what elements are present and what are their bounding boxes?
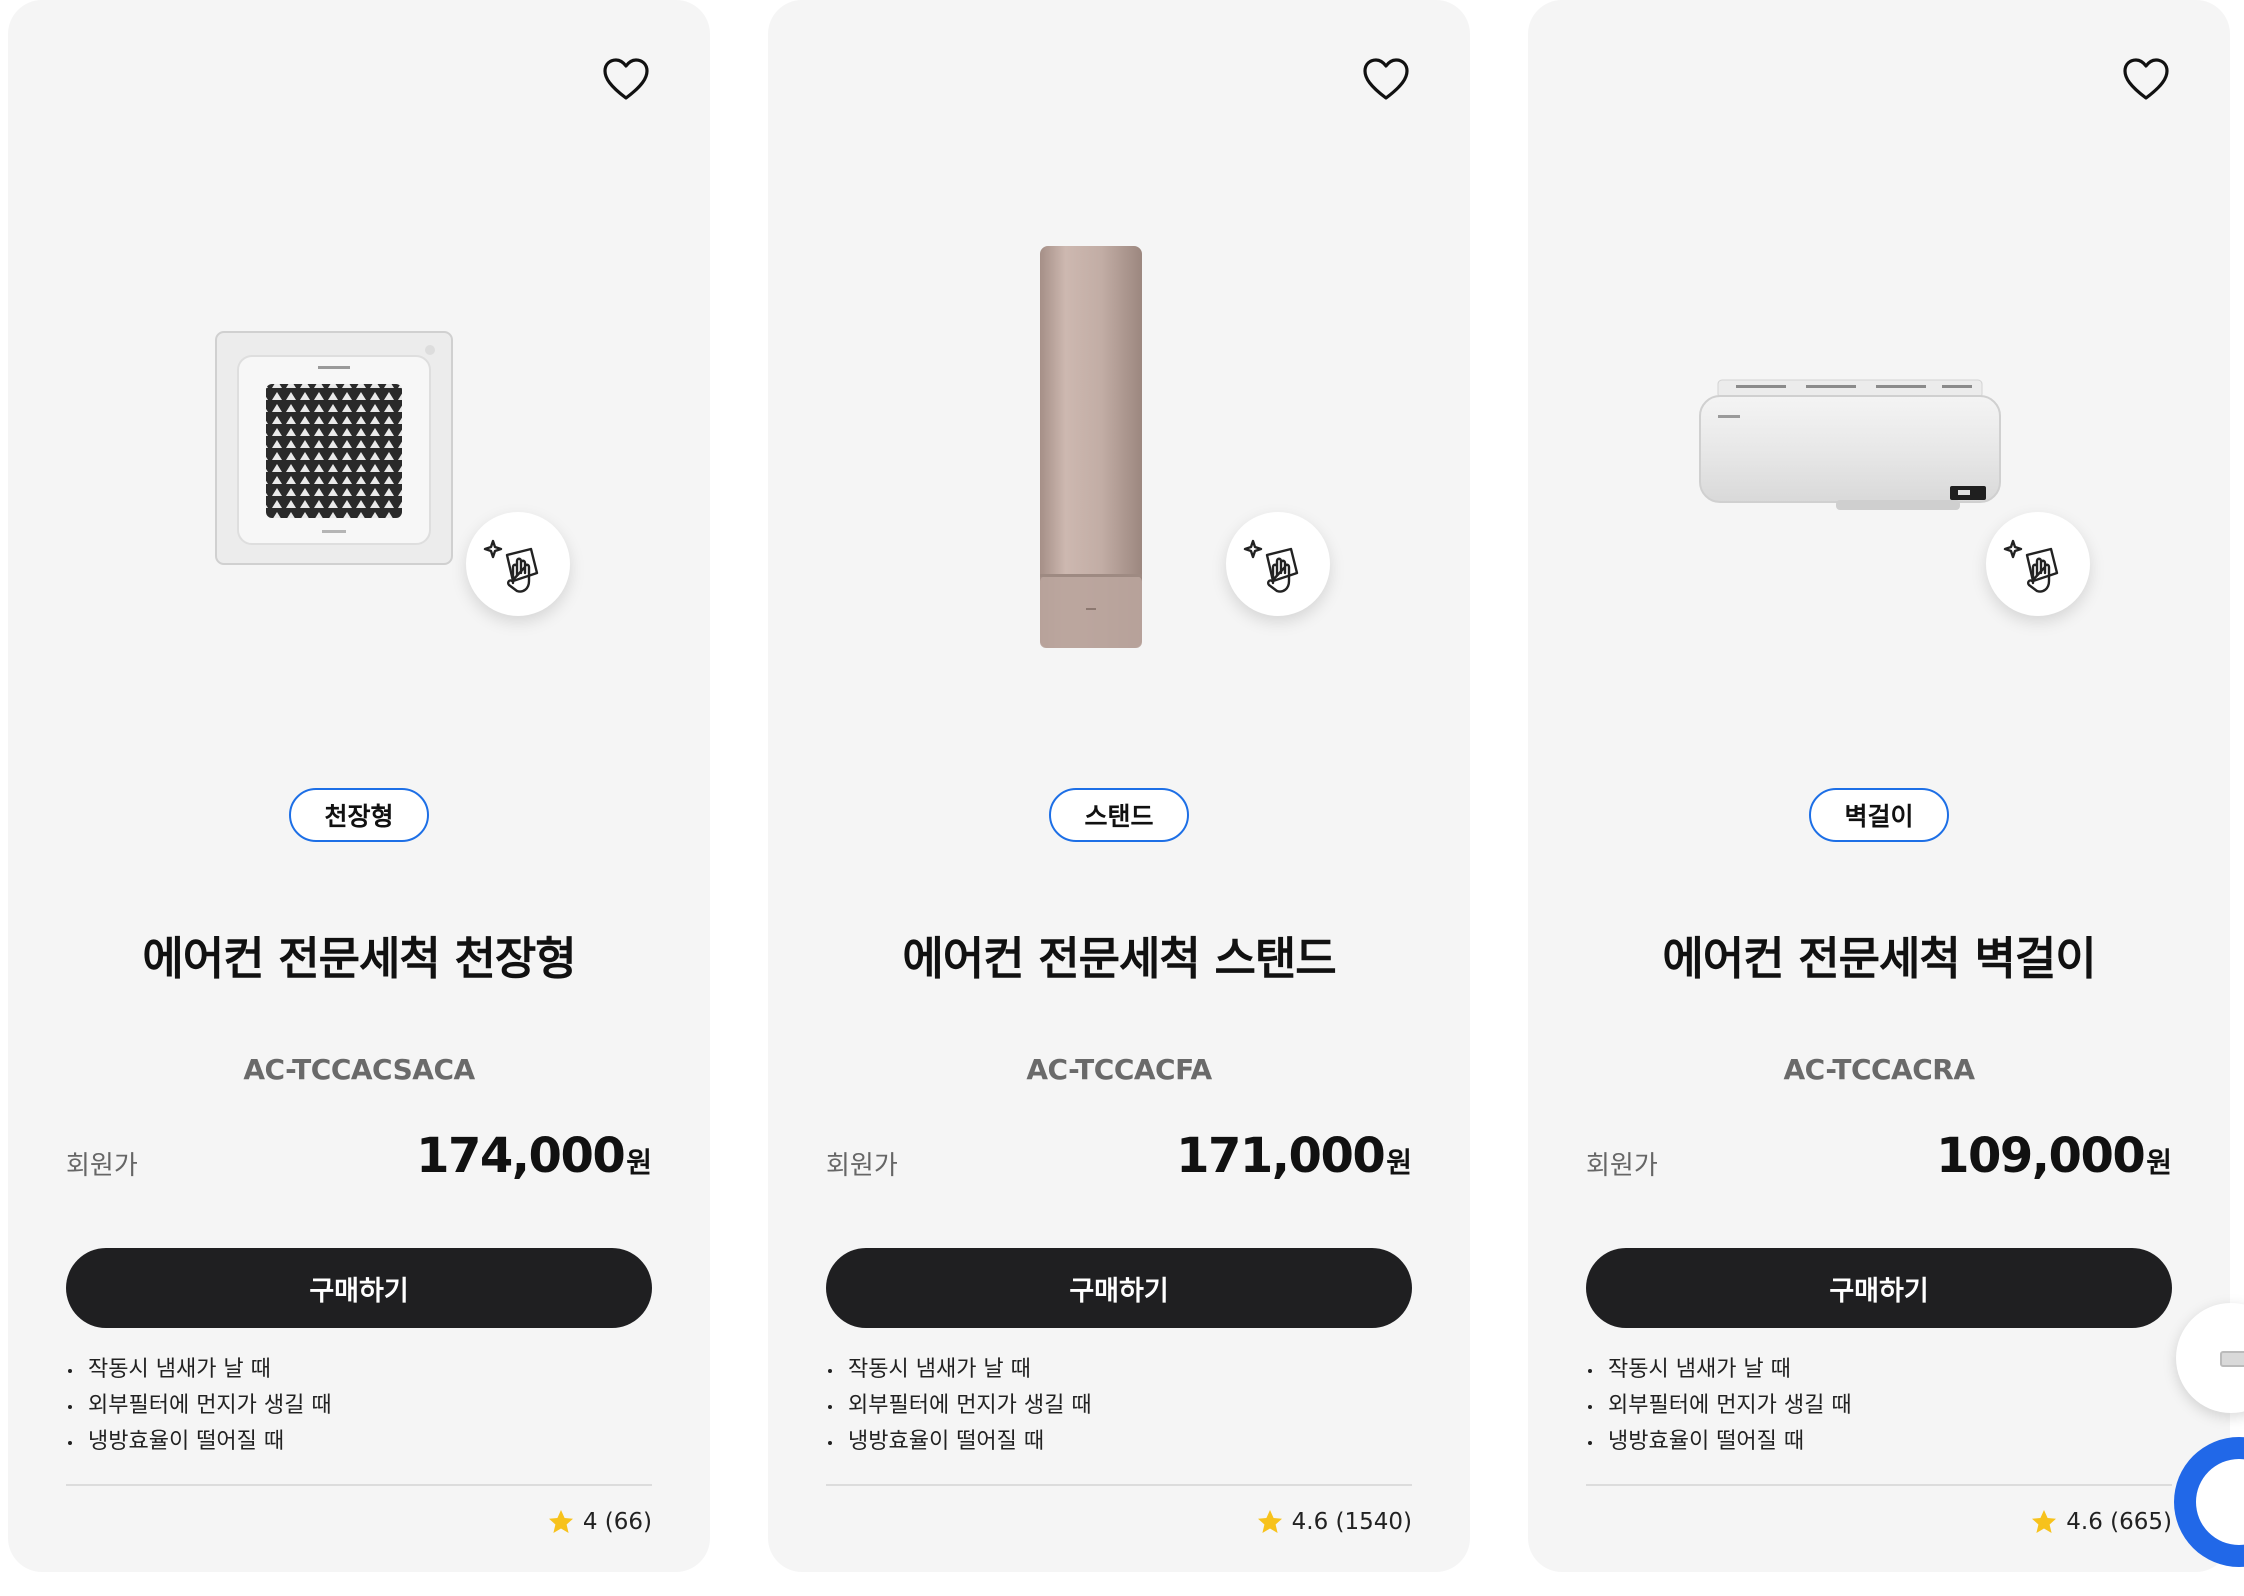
price-label: 회원가: [66, 1151, 138, 1181]
price-amount: 171,000: [1176, 1128, 1386, 1184]
feature-item: 작동시 냄새가 날 때: [66, 1352, 332, 1388]
feature-item: 작동시 냄새가 날 때: [826, 1352, 1092, 1388]
product-title[interactable]: 에어컨 전문세척 천장형: [8, 922, 710, 987]
rating[interactable]: 4.6 (1540): [1256, 1508, 1412, 1536]
divider: [1586, 1484, 2172, 1486]
cleaning-hand-icon: [1986, 512, 2090, 616]
rating-text: 4 (66): [582, 1509, 652, 1535]
price-label: 회원가: [1586, 1151, 1658, 1181]
price: 174,000 원: [416, 1128, 652, 1184]
wishlist-heart-icon[interactable]: [2120, 54, 2172, 106]
feature-item: 냉방효율이 떨어질 때: [66, 1424, 332, 1460]
feature-item: 작동시 냄새가 날 때: [1586, 1352, 1852, 1388]
category-tag: 스탠드: [1049, 788, 1189, 842]
price-amount: 109,000: [1936, 1128, 2146, 1184]
product-title[interactable]: 에어컨 전문세척 스탠드: [768, 922, 1470, 987]
product-title[interactable]: 에어컨 전문세척 벽걸이: [1528, 922, 2230, 987]
product-card: 벽걸이 에어컨 전문세척 벽걸이 AC-TCCACRA 회원가 109,000 …: [1528, 0, 2230, 1572]
price-currency: 원: [1386, 1146, 1412, 1179]
cleaning-hand-icon: [466, 512, 570, 616]
buy-button[interactable]: 구매하기: [826, 1248, 1412, 1328]
model-number: AC-TCCACFA: [1026, 1053, 1212, 1086]
star-icon: [548, 1510, 573, 1533]
recent-product-thumb: [2220, 1351, 2244, 1367]
chat-bot-face-icon: [2196, 1459, 2244, 1545]
rating[interactable]: 4 (66): [547, 1508, 652, 1536]
feature-list: 작동시 냄새가 날 때 외부필터에 먼지가 생길 때 냉방효율이 떨어질 때: [66, 1352, 332, 1460]
feature-list: 작동시 냄새가 날 때 외부필터에 먼지가 생길 때 냉방효율이 떨어질 때: [1586, 1352, 1852, 1460]
rating-text: 4.6 (1540): [1291, 1509, 1412, 1535]
category-tag: 천장형: [289, 788, 429, 842]
category-tag: 벽걸이: [1809, 788, 1949, 842]
price: 171,000 원: [1176, 1128, 1412, 1184]
model-number: AC-TCCACSACA: [243, 1053, 475, 1086]
feature-list: 작동시 냄새가 날 때 외부필터에 먼지가 생길 때 냉방효율이 떨어질 때: [826, 1352, 1092, 1460]
price: 109,000 원: [1936, 1128, 2172, 1184]
star-icon: [2032, 1510, 2057, 1533]
buy-button[interactable]: 구매하기: [66, 1248, 652, 1328]
cleaning-hand-icon: [1226, 512, 1330, 616]
stand-ac-image: [1038, 244, 1144, 650]
wishlist-heart-icon[interactable]: [1360, 54, 1412, 106]
divider: [66, 1484, 652, 1486]
star-icon: [1257, 1510, 1282, 1533]
feature-item: 냉방효율이 떨어질 때: [1586, 1424, 1852, 1460]
feature-item: 외부필터에 먼지가 생길 때: [66, 1388, 332, 1424]
product-card: 천장형 에어컨 전문세척 천장형 AC-TCCACSACA 회원가 174,00…: [8, 0, 710, 1572]
wishlist-heart-icon[interactable]: [600, 54, 652, 106]
feature-item: 외부필터에 먼지가 생길 때: [826, 1388, 1092, 1424]
rating[interactable]: 4.6 (665): [2030, 1508, 2172, 1536]
feature-item: 냉방효율이 떨어질 때: [826, 1424, 1092, 1460]
price-label: 회원가: [826, 1151, 898, 1181]
price-currency: 원: [626, 1146, 652, 1179]
wall-mounted-ac-image: [1696, 376, 2004, 514]
divider: [826, 1484, 1412, 1486]
model-number: AC-TCCACRA: [1783, 1053, 1975, 1086]
product-card: 스탠드 에어컨 전문세척 스탠드 AC-TCCACFA 회원가 171,000 …: [768, 0, 1470, 1572]
price-amount: 174,000: [416, 1128, 626, 1184]
ceiling-cassette-ac-image: [214, 330, 456, 568]
buy-button[interactable]: 구매하기: [1586, 1248, 2172, 1328]
rating-text: 4.6 (665): [2066, 1509, 2172, 1535]
price-currency: 원: [2146, 1146, 2172, 1179]
feature-item: 외부필터에 먼지가 생길 때: [1586, 1388, 1852, 1424]
